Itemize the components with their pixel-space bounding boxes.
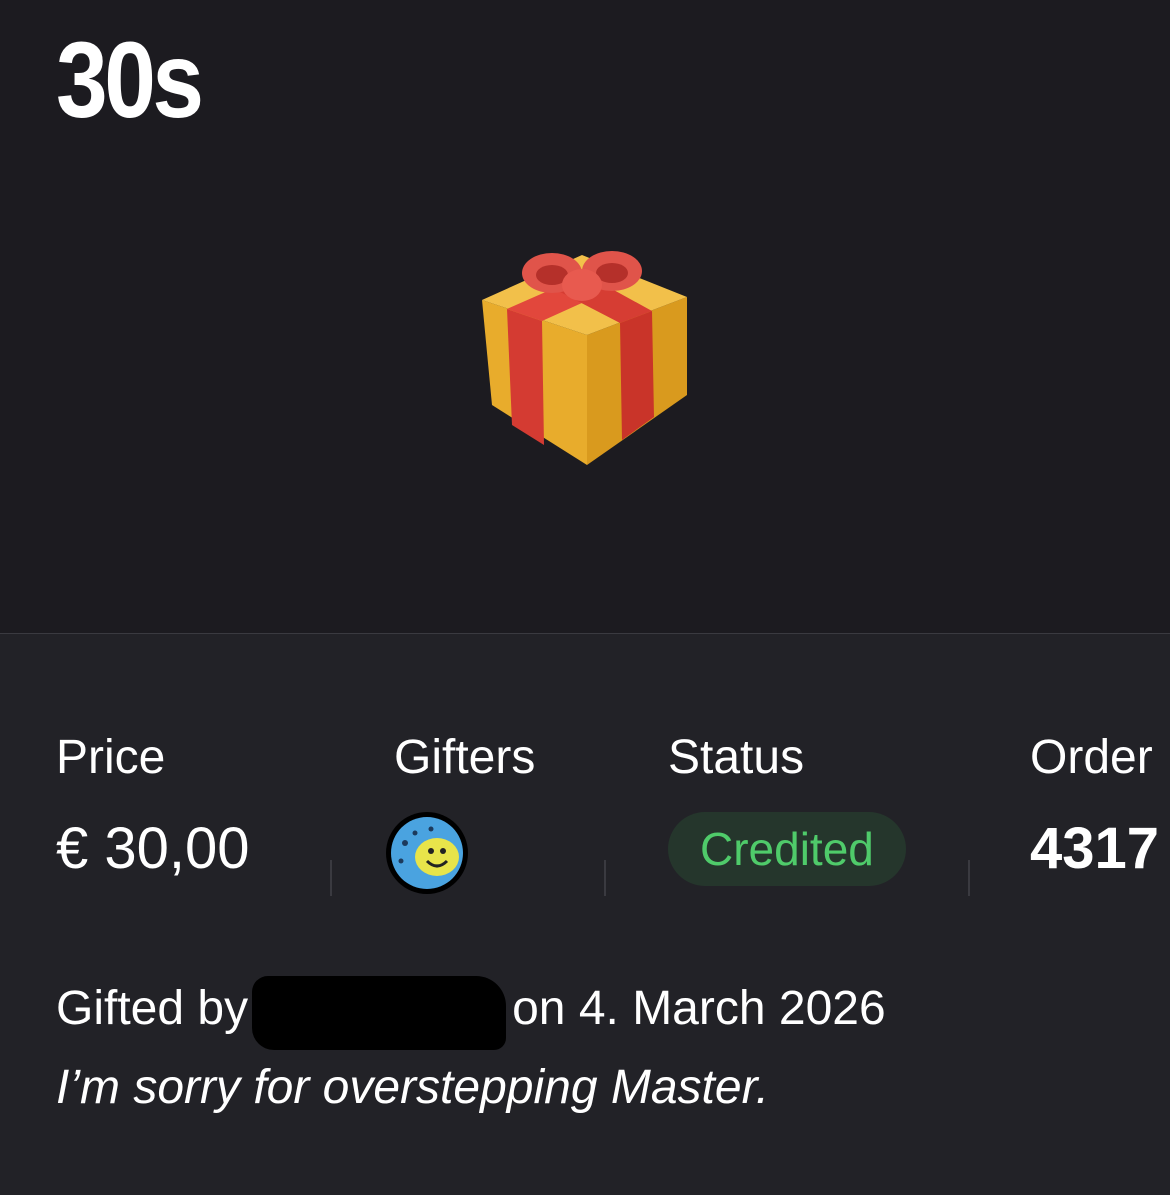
- details-panel: Price € 30,00 Gifters Status Credited Or…: [0, 634, 1170, 1195]
- smiley-avatar-icon: [391, 817, 463, 889]
- gifters-label: Gifters: [394, 731, 536, 784]
- divider: [968, 860, 970, 896]
- divider: [330, 860, 332, 896]
- gifter-avatar[interactable]: [386, 812, 468, 894]
- status-label: Status: [668, 731, 805, 784]
- gifters-column: Gifters: [386, 731, 536, 894]
- divider: [604, 860, 606, 896]
- price-label: Price: [56, 731, 166, 784]
- redacted-name: [252, 976, 507, 1050]
- price-column: Price € 30,00: [56, 734, 250, 878]
- gifted-date: on 4. March 2026: [512, 982, 886, 1035]
- gifted-by-prefix: Gifted by: [56, 982, 249, 1035]
- order-value: 4317: [1030, 816, 1160, 881]
- status-column: Status Credited: [668, 734, 906, 886]
- page-title: 30s: [56, 19, 204, 140]
- order-column: Order 4317: [1030, 734, 1159, 878]
- price-value: € 30,00: [56, 816, 250, 881]
- hero-section: 30s: [0, 0, 1170, 634]
- order-label: Order: [1030, 731, 1153, 784]
- wrapped-gift-icon: [472, 245, 702, 475]
- status-badge: Credited: [668, 812, 906, 886]
- gift-message: I’m sorry for overstepping Master.: [56, 1061, 770, 1114]
- gifted-by-line: Gifted by on 4. March 2026: [56, 976, 886, 1050]
